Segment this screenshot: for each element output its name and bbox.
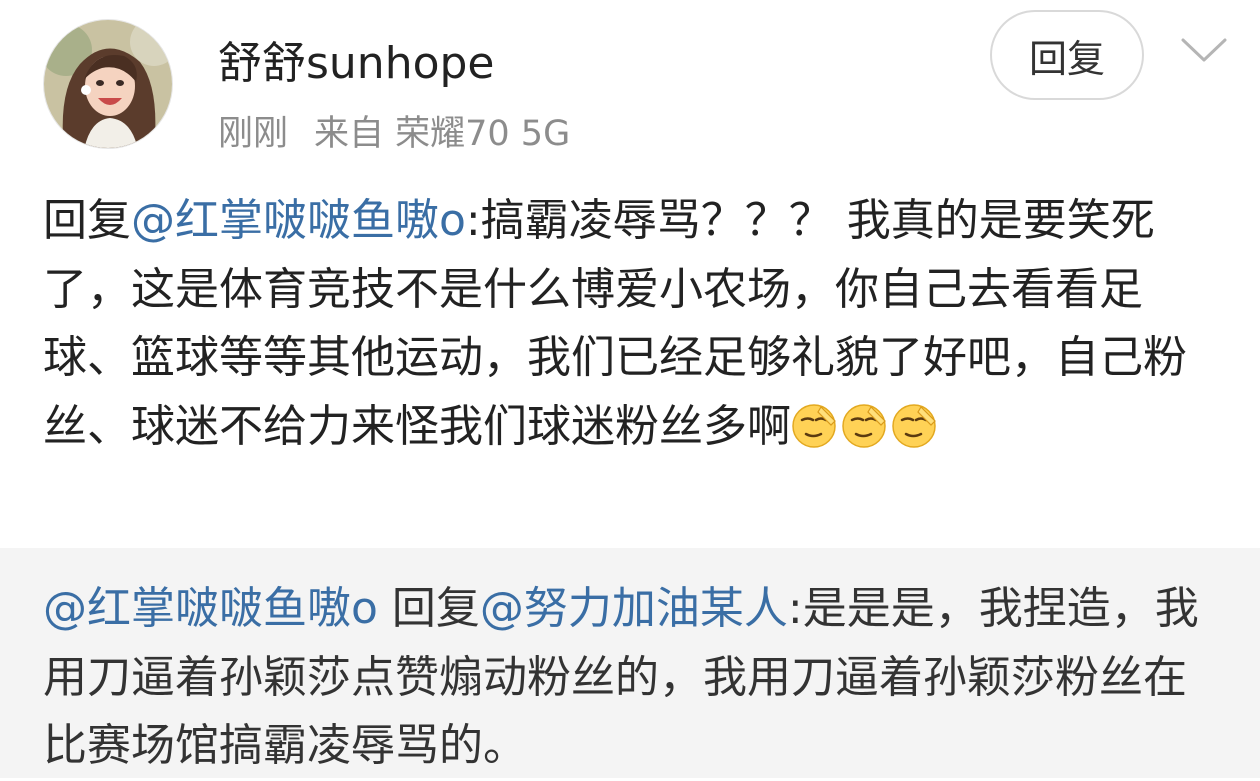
avatar-photo-icon: [44, 20, 172, 148]
user-avatar[interactable]: [43, 19, 173, 149]
reply-prefix: 回复: [43, 195, 131, 246]
quoted-target-mention[interactable]: @努力加油某人: [480, 583, 788, 634]
comment-text: 回复@红掌啵啵鱼嗷o:搞霸凌辱骂？？？ 我真的是要笑死了，这是体育竞技不是什么博…: [43, 187, 1223, 461]
quoted-reply-word: 回复: [377, 583, 480, 634]
quoted-author-mention[interactable]: @红掌啵啵鱼嗷o: [43, 583, 378, 634]
salute-face-emoji-icon: [792, 403, 836, 448]
user-name[interactable]: 舒舒sunhope: [218, 34, 495, 94]
weibo-comment: 舒舒sunhope 刚刚 来自 荣耀70 5G 回复 回复@红掌啵啵鱼嗷o:搞霸凌…: [0, 0, 1260, 548]
salute-face-emoji-icon: [892, 403, 936, 448]
post-meta: 刚刚 来自 荣耀70 5G: [218, 108, 570, 160]
salute-face-emoji-icon: [842, 403, 886, 448]
mention-link[interactable]: @红掌啵啵鱼嗷o: [131, 195, 466, 246]
reply-button[interactable]: 回复: [990, 10, 1144, 100]
chevron-down-icon[interactable]: [1178, 30, 1230, 70]
quoted-text: @红掌啵啵鱼嗷o 回复@努力加油某人:是是是，我捏造，我用刀逼着孙颖莎点赞煽动粉…: [43, 575, 1223, 781]
post-time: 刚刚: [218, 114, 289, 154]
post-source: 来自 荣耀70 5G: [314, 114, 571, 154]
quoted-comment[interactable]: @红掌啵啵鱼嗷o 回复@努力加油某人:是是是，我捏造，我用刀逼着孙颖莎点赞煽动粉…: [0, 548, 1260, 778]
